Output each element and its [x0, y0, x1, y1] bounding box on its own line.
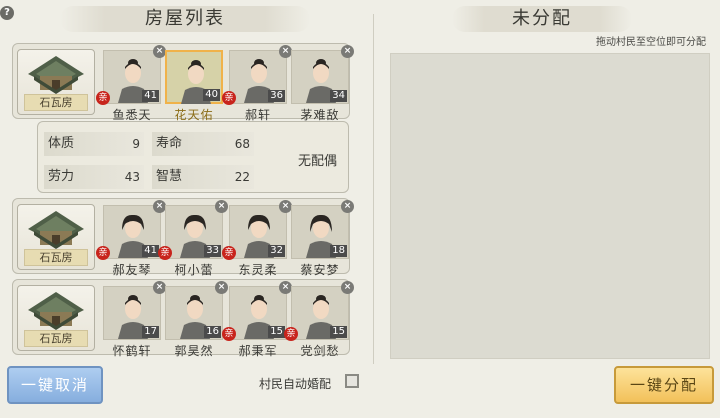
villager-name: 怀鹤轩 [112, 344, 152, 358]
auto-marry-checkbox[interactable] [345, 374, 359, 388]
remove-icon[interactable]: × [215, 281, 228, 294]
stone-house-icon [28, 211, 84, 249]
villager-age: 34 [330, 90, 347, 102]
house-card[interactable]: 石瓦房 [17, 285, 95, 351]
house-type-label: 石瓦房 [24, 94, 88, 111]
house-card[interactable]: 石瓦房 [17, 204, 95, 270]
unassigned-title: 未分配 [452, 6, 632, 32]
villager-age: 40 [203, 89, 220, 101]
kin-badge: 亲 [158, 246, 172, 260]
villager-slot[interactable]: 36 × 亲 [222, 45, 292, 105]
house-type-label: 石瓦房 [24, 249, 88, 266]
house-group: 石瓦房 41 × 亲 鱼悉天 40 花天佑 36 × 亲 郝轩 34 × 茅难敌 [12, 43, 354, 122]
villager-name: 柯小蕾 [174, 263, 214, 277]
drag-hint: 拖动村民至空位即可分配 [596, 37, 706, 48]
house-list-title: 房屋列表 [60, 6, 310, 32]
assign-all-button[interactable]: 一键分配 [614, 366, 714, 404]
house-group: 石瓦房 41 × 亲 郝友琴 33 × 亲 柯小蕾 32 × 亲 东灵柔 18 … [12, 198, 354, 277]
kin-badge: 亲 [222, 246, 236, 260]
house-type-label: 石瓦房 [24, 330, 88, 347]
villager-age: 15 [330, 326, 347, 338]
villager-slot[interactable]: 33 × 亲 [158, 200, 228, 260]
villager-slot-selected[interactable]: 40 [165, 50, 223, 104]
villager-name: 郝秉军 [238, 344, 278, 358]
remove-icon[interactable]: × [215, 200, 228, 213]
unassigned-drop-area[interactable] [390, 53, 710, 359]
villager-age: 36 [268, 90, 285, 102]
villager-slot[interactable]: 15 × 亲 [284, 281, 354, 341]
villager-slot[interactable]: 32 × 亲 [222, 200, 292, 260]
villager-name: 蔡安梦 [300, 263, 340, 277]
villager-slot[interactable]: 34 × [291, 45, 354, 104]
kin-badge: 亲 [284, 327, 298, 341]
kin-badge: 亲 [222, 91, 236, 105]
remove-icon[interactable]: × [341, 281, 354, 294]
villager-slot[interactable]: 15 × 亲 [222, 281, 292, 341]
villager-name: 郭昊然 [174, 344, 214, 358]
villager-stats-panel: 体质 9 寿命 68 劳力 43 智慧 22 无配偶 [37, 121, 349, 193]
villager-age: 15 [268, 326, 285, 338]
stat-labor: 劳力 43 [44, 165, 144, 189]
remove-icon[interactable]: × [341, 45, 354, 58]
auto-marry-label: 村民自动婚配 [259, 377, 332, 391]
villager-age: 41 [142, 90, 159, 102]
villager-age: 41 [142, 245, 159, 257]
stat-lifespan: 寿命 68 [152, 132, 254, 156]
help-icon[interactable]: ? [0, 6, 14, 20]
villager-age: 17 [142, 326, 159, 338]
villager-slot[interactable]: 18 × [291, 200, 354, 259]
villager-age: 32 [268, 245, 285, 257]
house-group: 石瓦房 17 × 怀鹤轩 16 × 郭昊然 15 × 亲 郝秉军 15 × 亲 … [12, 279, 354, 358]
villager-slot[interactable]: 16 × [165, 281, 228, 340]
villager-age: 16 [204, 326, 221, 338]
villager-name: 东灵柔 [238, 263, 278, 277]
villager-slot[interactable]: 17 × [103, 281, 166, 340]
villager-age: 33 [204, 245, 221, 257]
villager-slot[interactable]: 41 × 亲 [96, 200, 166, 260]
stat-constitution: 体质 9 [44, 132, 144, 156]
stone-house-icon [28, 56, 84, 94]
villager-slot[interactable]: 41 × 亲 [96, 45, 166, 105]
panel-divider [373, 14, 374, 364]
stone-house-icon [28, 292, 84, 330]
villager-name: 郝友琴 [112, 263, 152, 277]
kin-badge: 亲 [222, 327, 236, 341]
villager-age: 18 [330, 245, 347, 257]
remove-icon[interactable]: × [341, 200, 354, 213]
cancel-all-button[interactable]: 一键取消 [7, 366, 103, 404]
house-card[interactable]: 石瓦房 [17, 49, 95, 115]
spouse-status: 无配偶 [298, 154, 338, 169]
kin-badge: 亲 [96, 246, 110, 260]
stat-wisdom: 智慧 22 [152, 165, 254, 189]
villager-name: 党剑愁 [300, 344, 340, 358]
kin-badge: 亲 [96, 91, 110, 105]
